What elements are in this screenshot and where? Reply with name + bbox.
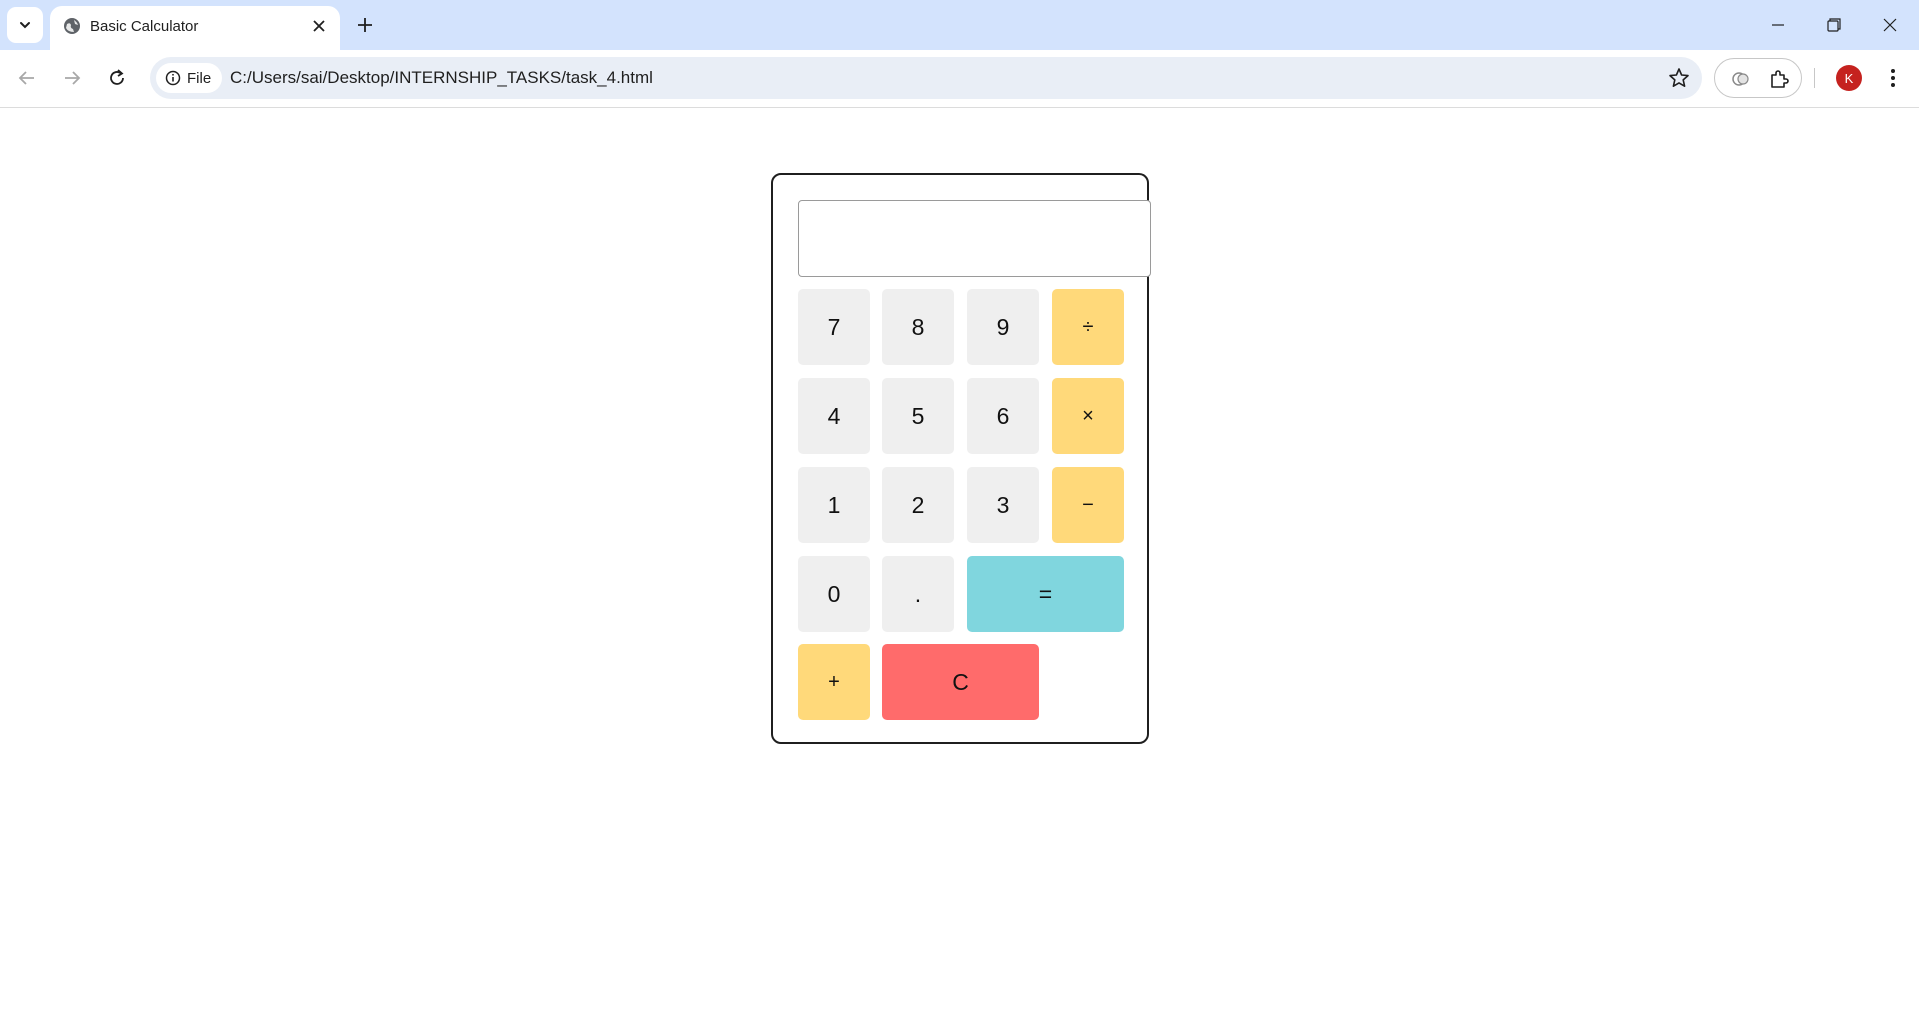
url-text[interactable]: C:/Users/sai/Desktop/INTERNSHIP_TASKS/ta… xyxy=(230,68,653,88)
minimize-icon xyxy=(1772,24,1784,26)
back-button[interactable] xyxy=(10,61,44,95)
extension-icon[interactable] xyxy=(1729,67,1753,91)
key-clear[interactable]: C xyxy=(882,644,1039,720)
cloud-extension-icon xyxy=(1732,72,1749,86)
key-8[interactable]: 8 xyxy=(882,289,954,365)
close-window-button[interactable] xyxy=(1862,0,1918,50)
key-9[interactable]: 9 xyxy=(967,289,1039,365)
tab-strip: Basic Calculator xyxy=(0,0,1919,50)
extensions-menu-button[interactable] xyxy=(1767,67,1791,91)
close-window-icon xyxy=(1883,18,1897,32)
forward-button[interactable] xyxy=(55,61,89,95)
key-0[interactable]: 0 xyxy=(798,556,870,632)
key-1[interactable]: 1 xyxy=(798,467,870,543)
plus-icon xyxy=(358,18,372,32)
browser-toolbar: File C:/Users/sai/Desktop/INTERNSHIP_TAS… xyxy=(0,50,1919,108)
key-6[interactable]: 6 xyxy=(967,378,1039,454)
kebab-menu-icon xyxy=(1891,69,1895,87)
key-multiply[interactable]: × xyxy=(1052,378,1124,454)
key-4[interactable]: 4 xyxy=(798,378,870,454)
tab-title: Basic Calculator xyxy=(90,18,199,35)
site-info-chip[interactable]: File xyxy=(156,63,222,93)
key-7[interactable]: 7 xyxy=(798,289,870,365)
key-decimal[interactable]: . xyxy=(882,556,954,632)
minimize-button[interactable] xyxy=(1750,0,1806,50)
info-icon xyxy=(165,70,181,86)
restore-icon xyxy=(1827,18,1841,32)
puzzle-icon xyxy=(1771,70,1789,88)
key-add[interactable]: + xyxy=(798,644,870,720)
toolbar-separator xyxy=(1814,68,1815,88)
chevron-down-icon xyxy=(20,22,30,29)
browser-menu-button[interactable] xyxy=(1880,64,1906,92)
address-bar[interactable]: File C:/Users/sai/Desktop/INTERNSHIP_TAS… xyxy=(150,57,1702,99)
key-3[interactable]: 3 xyxy=(967,467,1039,543)
arrow-left-icon xyxy=(18,71,34,85)
extensions-group xyxy=(1714,58,1802,98)
bookmark-star-icon[interactable] xyxy=(1668,67,1690,89)
key-5[interactable]: 5 xyxy=(882,378,954,454)
browser-tab-active[interactable]: Basic Calculator xyxy=(50,6,340,50)
new-tab-button[interactable] xyxy=(350,10,380,40)
key-equals[interactable]: = xyxy=(967,556,1124,632)
key-subtract[interactable]: − xyxy=(1052,467,1124,543)
tab-close-button[interactable] xyxy=(310,17,328,35)
key-divide[interactable]: ÷ xyxy=(1052,289,1124,365)
reload-icon xyxy=(110,69,124,85)
reload-button[interactable] xyxy=(100,61,134,95)
profile-avatar[interactable]: K xyxy=(1836,65,1862,91)
calculator: 7 8 9 ÷ 4 5 6 × 1 2 3 − 0 . = + C xyxy=(771,173,1151,744)
calculator-display[interactable] xyxy=(798,200,1151,277)
globe-icon xyxy=(64,18,80,34)
arrow-right-icon xyxy=(65,71,81,85)
key-2[interactable]: 2 xyxy=(882,467,954,543)
close-icon xyxy=(313,20,325,32)
tab-search-button[interactable] xyxy=(7,7,43,43)
restore-button[interactable] xyxy=(1806,0,1862,50)
site-chip-label: File xyxy=(187,69,212,87)
